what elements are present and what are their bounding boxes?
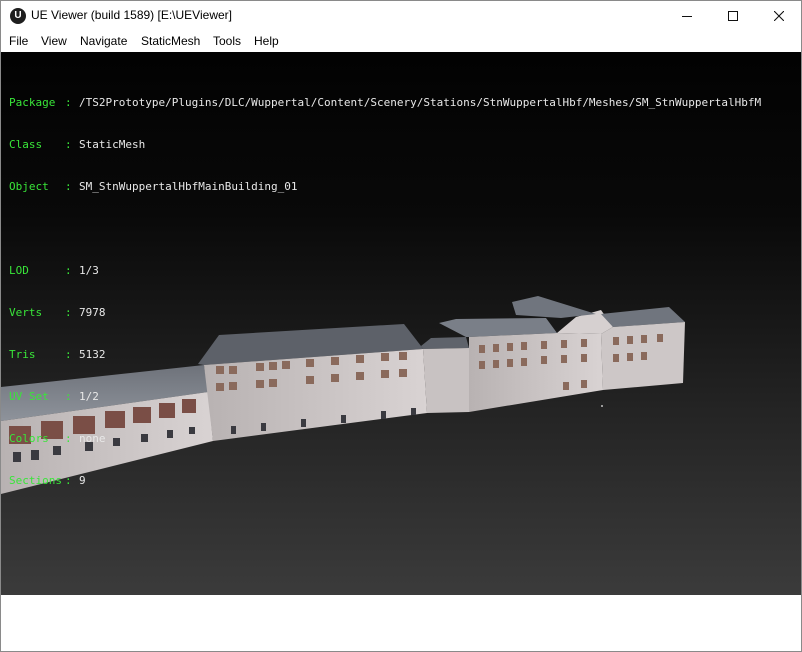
maximize-icon	[728, 11, 738, 21]
info-row-lod: LOD:1/3	[9, 264, 99, 277]
window-title: UE Viewer (build 1589) [E:\UEViewer]	[31, 8, 232, 22]
app-window: U UE Viewer (build 1589) [E:\UEViewer] F…	[0, 0, 802, 652]
info-row-verts: Verts:7978	[9, 306, 106, 319]
maximize-button[interactable]	[710, 1, 756, 31]
3d-viewport[interactable]: Package:/TS2Prototype/Plugins/DLC/Wupper…	[1, 52, 801, 595]
info-row-class: Class: StaticMesh	[9, 138, 146, 151]
info-row-tris: Tris:5132	[9, 348, 106, 361]
title-bar[interactable]: U UE Viewer (build 1589) [E:\UEViewer]	[1, 1, 801, 31]
info-row-object: Object: SM_StnWuppertalHbfMainBuilding_01	[9, 180, 298, 193]
info-row-uvset: UV Set:1/2	[9, 390, 99, 403]
menu-bar: File View Navigate StaticMesh Tools Help	[1, 31, 801, 52]
menu-help[interactable]: Help	[254, 34, 279, 48]
menu-staticmesh[interactable]: StaticMesh	[141, 34, 200, 48]
info-row-colors: Colors: none	[9, 432, 106, 445]
close-button[interactable]	[756, 1, 801, 31]
menu-tools[interactable]: Tools	[213, 34, 241, 48]
info-row-sections: Sections:9	[9, 474, 86, 487]
status-area	[1, 595, 801, 651]
close-icon	[774, 11, 784, 21]
mesh-info-overlay: Package:/TS2Prototype/Plugins/DLC/Wupper…	[9, 68, 761, 516]
menu-view[interactable]: View	[41, 34, 67, 48]
unreal-logo-icon: U	[10, 8, 26, 24]
info-row-package: Package:/TS2Prototype/Plugins/DLC/Wupper…	[9, 96, 762, 109]
menu-navigate[interactable]: Navigate	[80, 34, 127, 48]
menu-file[interactable]: File	[9, 34, 28, 48]
minimize-icon	[682, 16, 692, 17]
minimize-button[interactable]	[664, 1, 710, 31]
